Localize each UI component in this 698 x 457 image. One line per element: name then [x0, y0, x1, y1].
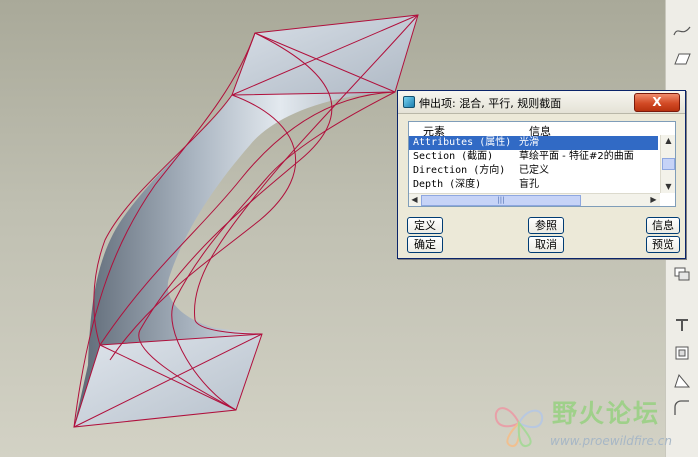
datum-plane-icon[interactable]: [670, 48, 694, 70]
info-button[interactable]: 信息: [646, 217, 680, 234]
dialog-title: 伸出项: 混合, 平行, 规则截面: [419, 97, 562, 110]
define-button[interactable]: 定义: [407, 217, 443, 234]
dialog-title-bar[interactable]: 伸出项: 混合, 平行, 规则截面 X: [398, 91, 685, 114]
scroll-right-icon[interactable]: ▶: [648, 194, 659, 206]
butterfly-logo-icon: [494, 407, 544, 447]
watermark-title: 野火论坛: [552, 399, 661, 428]
shell-icon[interactable]: [670, 342, 694, 364]
list-item-element: Direction (方向): [413, 165, 506, 176]
scroll-up-icon[interactable]: ▲: [661, 135, 675, 147]
vertical-scrollbar[interactable]: ▲ ▼: [660, 135, 675, 193]
list-item-info: 光滑: [519, 137, 539, 148]
sketch-curve-icon[interactable]: [670, 20, 694, 42]
watermark-url: www.proewildfire.cn: [550, 434, 672, 448]
list-item-attributes[interactable]: Attributes (属性) 光滑: [409, 136, 658, 150]
forum-watermark: 野火论坛 www.proewildfire.cn: [488, 392, 698, 457]
list-item-depth[interactable]: Depth (深度) 盲孔: [409, 178, 658, 192]
vertical-scroll-thumb[interactable]: [662, 158, 675, 170]
list-item-element: Section (截面): [413, 151, 494, 162]
references-button[interactable]: 参照: [528, 217, 564, 234]
rib-icon[interactable]: [670, 314, 694, 336]
feature-definition-dialog: 伸出项: 混合, 平行, 规则截面 X 元素 信息 Attributes (属性…: [397, 90, 686, 259]
horizontal-scroll-thumb[interactable]: |||: [421, 195, 581, 206]
list-item-direction[interactable]: Direction (方向) 已定义: [409, 164, 658, 178]
scroll-down-icon[interactable]: ▼: [661, 181, 675, 193]
cancel-button[interactable]: 取消: [528, 236, 564, 253]
ok-button[interactable]: 确定: [407, 236, 443, 253]
list-item-section[interactable]: Section (截面) 草绘平面 - 特征#2的曲面: [409, 150, 658, 164]
list-item-element: Attributes (属性): [413, 137, 512, 148]
list-item-info: 已定义: [519, 165, 549, 176]
list-item-info: 盲孔: [519, 179, 539, 190]
draft-icon[interactable]: [670, 370, 694, 392]
close-button[interactable]: X: [634, 93, 680, 112]
horizontal-scrollbar[interactable]: ◀ ||| ▶: [409, 193, 660, 206]
list-item-element: Depth (深度): [413, 179, 482, 190]
element-list[interactable]: 元素 信息 Attributes (属性) 光滑 Section (截面) 草绘…: [408, 121, 676, 207]
dialog-app-icon: [403, 96, 415, 108]
copy-geometry-icon[interactable]: [670, 262, 694, 284]
preview-button[interactable]: 预览: [646, 236, 680, 253]
list-item-info: 草绘平面 - 特征#2的曲面: [519, 151, 634, 162]
scroll-left-icon[interactable]: ◀: [409, 194, 420, 206]
